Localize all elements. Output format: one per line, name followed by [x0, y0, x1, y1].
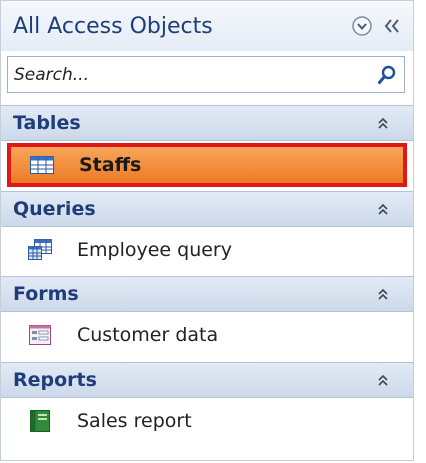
form-icon: [27, 324, 53, 346]
pane-menu-button[interactable]: [347, 11, 377, 41]
collapse-group-button[interactable]: [363, 106, 403, 140]
double-chevron-up-icon: [378, 117, 388, 129]
search-button[interactable]: [370, 57, 404, 92]
nav-item-label: Employee query: [77, 239, 232, 261]
nav-item-label: Customer data: [77, 324, 219, 346]
group-header-tables[interactable]: Tables: [1, 105, 413, 141]
double-chevron-left-icon: [384, 19, 399, 33]
pane-header[interactable]: All Access Objects: [1, 1, 413, 51]
group-header-reports[interactable]: Reports: [1, 362, 413, 398]
search-input[interactable]: [8, 57, 370, 92]
group-header-forms[interactable]: Forms: [1, 276, 413, 312]
collapse-pane-button[interactable]: [377, 11, 407, 41]
collapse-group-button[interactable]: [363, 363, 403, 397]
group-label: Queries: [13, 198, 96, 220]
table-icon: [29, 154, 55, 176]
nav-item-customer-data[interactable]: Customer data: [1, 313, 413, 357]
collapse-group-button[interactable]: [363, 192, 403, 226]
nav-item-staffs[interactable]: Staffs: [7, 143, 407, 187]
circle-chevron-down-icon: [352, 16, 372, 36]
nav-item-sales-report[interactable]: Sales report: [1, 399, 413, 443]
collapse-group-button[interactable]: [363, 277, 403, 311]
pane-title: All Access Objects: [13, 13, 213, 39]
group-label: Forms: [13, 283, 79, 305]
double-chevron-up-icon: [378, 288, 388, 300]
double-chevron-up-icon: [378, 374, 388, 386]
nav-item-label: Sales report: [77, 410, 192, 432]
group-label: Reports: [13, 369, 97, 391]
nav-item-employee-query[interactable]: Employee query: [1, 228, 413, 272]
search-icon: [378, 65, 396, 84]
group-header-queries[interactable]: Queries: [1, 191, 413, 227]
navigation-pane: All Access Objects Tables: [0, 0, 414, 461]
double-chevron-up-icon: [378, 203, 388, 215]
nav-item-label: Staffs: [79, 154, 142, 176]
search-box: [7, 56, 405, 93]
report-icon: [27, 410, 53, 432]
group-label: Tables: [13, 112, 81, 134]
query-icon: [27, 239, 53, 261]
